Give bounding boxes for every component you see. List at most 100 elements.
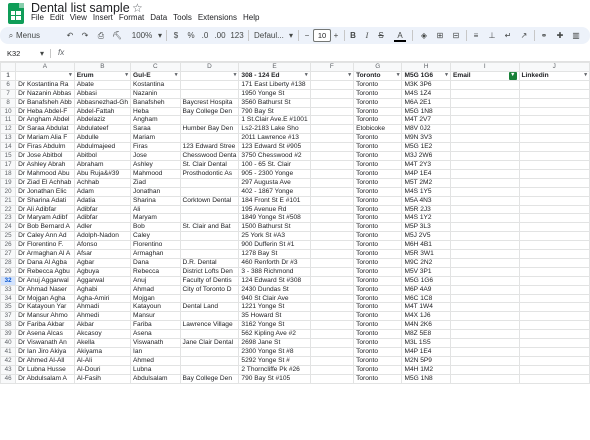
table-cell[interactable]: Dr Mariam Alia F xyxy=(15,133,75,144)
table-cell[interactable] xyxy=(179,204,240,215)
table-cell[interactable] xyxy=(179,133,240,144)
table-cell[interactable] xyxy=(449,266,520,277)
table-cell[interactable] xyxy=(179,88,240,99)
filter-icon[interactable]: ▾ xyxy=(445,72,448,79)
table-cell[interactable] xyxy=(309,79,355,90)
table-cell[interactable]: 3 - 388 Richmond xyxy=(238,266,311,277)
table-cell[interactable]: Prosthodontic As xyxy=(179,168,240,179)
table-cell[interactable]: 790 Bay St xyxy=(238,106,311,117)
header-cell[interactable]: ▾ xyxy=(15,70,75,81)
table-cell[interactable]: City of Toronto D xyxy=(179,284,240,295)
header-cell[interactable]: Gul-E ▾ xyxy=(130,70,181,81)
table-cell[interactable]: Abate xyxy=(73,79,132,90)
horizontal-align-icon[interactable]: ≡ xyxy=(470,28,482,43)
table-cell[interactable]: Dr Caley Ann Ad xyxy=(15,231,75,242)
table-cell[interactable] xyxy=(309,186,355,197)
table-cell[interactable]: Aggarwal xyxy=(73,275,132,286)
table-cell[interactable]: District Lofts Den xyxy=(179,266,240,277)
table-cell[interactable] xyxy=(449,79,520,90)
column-header-f[interactable]: F xyxy=(309,62,355,72)
insert-comment-icon[interactable]: ✚ xyxy=(554,28,566,43)
table-cell[interactable] xyxy=(309,355,355,366)
table-cell[interactable]: Sharina xyxy=(130,195,181,206)
row-header[interactable]: 1 xyxy=(0,70,17,81)
table-cell[interactable] xyxy=(518,284,590,295)
table-cell[interactable]: M5G 1G6 xyxy=(401,275,451,286)
table-cell[interactable]: Adatia xyxy=(73,195,132,206)
table-cell[interactable] xyxy=(449,204,520,215)
filter-icon[interactable]: ▾ xyxy=(305,72,308,79)
table-cell[interactable]: Dr Sharina Adati xyxy=(15,195,75,206)
table-cell[interactable]: Maryam xyxy=(130,213,181,224)
table-cell[interactable]: Agbar xyxy=(73,257,132,268)
table-cell[interactable]: Ls2-2183 Lake Sho xyxy=(238,124,311,135)
table-cell[interactable] xyxy=(309,347,355,357)
table-cell[interactable]: 1950 Yonge St xyxy=(238,88,311,99)
table-cell[interactable] xyxy=(449,364,520,375)
table-cell[interactable]: M4H 1M2 xyxy=(401,364,451,375)
column-header-c[interactable]: C xyxy=(130,62,181,72)
table-cell[interactable] xyxy=(179,79,240,90)
table-cell[interactable]: M4T 1W4 xyxy=(401,302,451,313)
table-cell[interactable] xyxy=(449,88,520,99)
table-cell[interactable] xyxy=(449,347,520,357)
table-cell[interactable]: Toronto xyxy=(353,266,403,277)
table-cell[interactable]: Abu Ruja&#39 xyxy=(73,168,132,179)
row-header[interactable]: 43 xyxy=(0,364,17,375)
row-header[interactable]: 8 xyxy=(0,97,17,108)
row-header[interactable]: 40 xyxy=(0,338,17,348)
font-size-input[interactable]: 10 xyxy=(313,29,331,42)
table-cell[interactable] xyxy=(309,249,355,259)
table-cell[interactable]: Dr Armaghan Al A xyxy=(15,249,75,259)
table-cell[interactable]: Ian xyxy=(130,347,181,357)
menu-insert[interactable]: Insert xyxy=(93,13,113,22)
table-cell[interactable]: Agha-Amiri xyxy=(73,293,132,304)
table-cell[interactable]: D.R. Dental xyxy=(179,257,240,268)
row-header[interactable]: 17 xyxy=(0,159,17,170)
table-cell[interactable]: Toronto xyxy=(353,88,403,99)
table-cell[interactable]: M4P 1E4 xyxy=(401,347,451,357)
filter-icon[interactable]: ▾ xyxy=(584,72,587,79)
row-header[interactable]: 25 xyxy=(0,231,17,242)
table-cell[interactable] xyxy=(449,222,520,233)
table-cell[interactable]: 2300 Yonge St #8 xyxy=(238,347,311,357)
table-cell[interactable] xyxy=(309,168,355,179)
sheets-logo-icon[interactable] xyxy=(8,3,24,24)
table-cell[interactable]: M6C 1C8 xyxy=(401,293,451,304)
table-cell[interactable]: Baycrest Hospita xyxy=(179,97,240,108)
table-cell[interactable] xyxy=(518,106,590,117)
table-cell[interactable] xyxy=(309,257,355,268)
row-header[interactable]: 35 xyxy=(0,302,17,313)
menu-view[interactable]: View xyxy=(70,13,87,22)
table-cell[interactable]: Toronto xyxy=(353,240,403,251)
table-cell[interactable] xyxy=(179,249,240,259)
table-cell[interactable]: Toronto xyxy=(353,106,403,117)
table-cell[interactable]: Toronto xyxy=(353,151,403,161)
table-cell[interactable]: Dr Ziad El Achhab xyxy=(15,177,75,188)
table-cell[interactable]: Dr Ahmad Naser xyxy=(15,284,75,295)
table-cell[interactable]: Jose xyxy=(130,151,181,161)
table-cell[interactable]: 1500 Bathurst St xyxy=(238,222,311,233)
table-cell[interactable] xyxy=(179,177,240,188)
percent-format-button[interactable]: % xyxy=(186,28,196,43)
table-cell[interactable]: Dr Angham Abdel xyxy=(15,115,75,126)
table-cell[interactable]: Ziad xyxy=(130,177,181,188)
header-cell[interactable]: M5G 1G6 ▾ xyxy=(401,70,451,81)
filter-icon[interactable]: ▾ xyxy=(69,72,72,79)
table-cell[interactable] xyxy=(449,329,520,340)
table-cell[interactable]: Abitbol xyxy=(73,151,132,161)
table-cell[interactable]: Dr Lubna Husse xyxy=(15,364,75,375)
table-cell[interactable] xyxy=(309,311,355,322)
table-cell[interactable]: M5R 2J3 xyxy=(401,204,451,215)
table-cell[interactable]: 35 Howard St xyxy=(238,311,311,322)
menu-format[interactable]: Format xyxy=(119,13,144,22)
merge-cells-icon[interactable]: ⊟ xyxy=(450,28,462,43)
table-cell[interactable] xyxy=(309,222,355,233)
row-header[interactable]: 18 xyxy=(0,168,17,179)
table-cell[interactable]: 1221 Yonge St xyxy=(238,302,311,313)
table-cell[interactable]: Abdulateef xyxy=(73,124,132,135)
table-cell[interactable]: M3L 1S5 xyxy=(401,338,451,348)
column-header-h[interactable]: H xyxy=(401,62,451,72)
table-cell[interactable]: M5J 2V5 xyxy=(401,231,451,242)
table-cell[interactable]: 3162 Yonge St xyxy=(238,320,311,331)
